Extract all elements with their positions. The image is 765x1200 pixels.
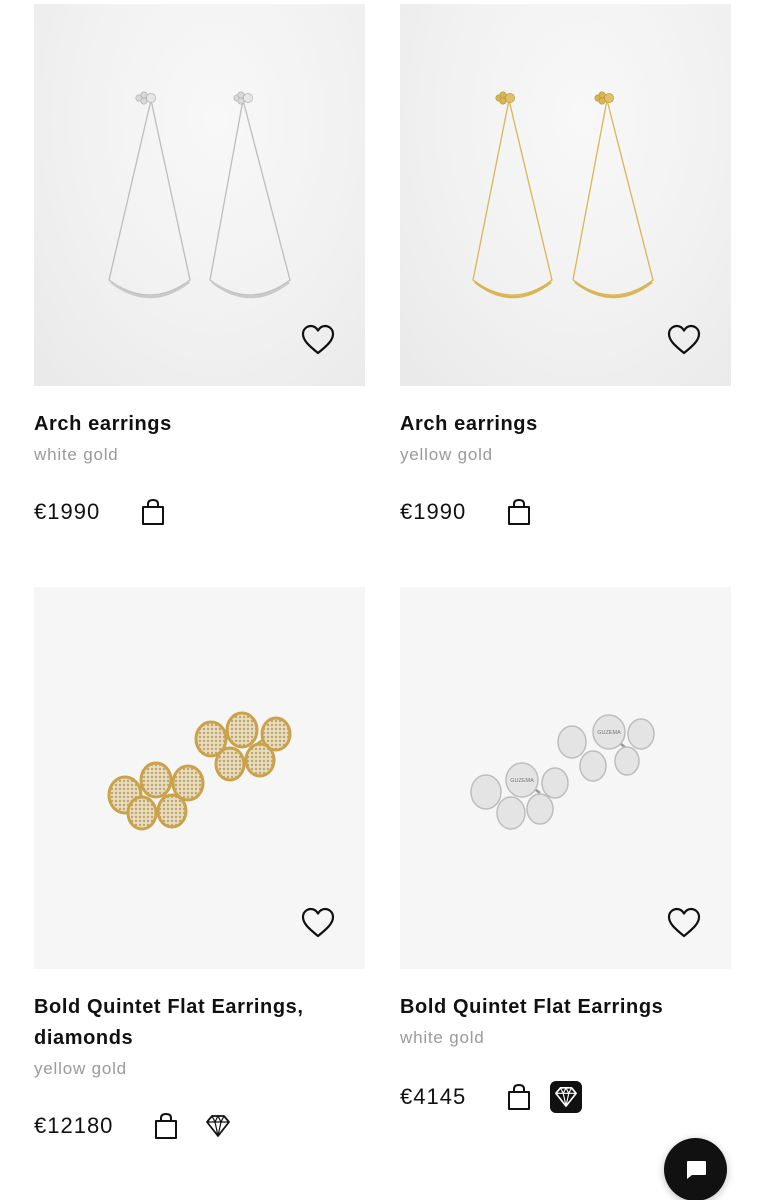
heart-icon[interactable] bbox=[667, 324, 701, 356]
chat-icon bbox=[686, 1160, 706, 1179]
product-price: €12180 bbox=[34, 1113, 114, 1138]
diamond-icon bbox=[206, 1114, 231, 1137]
engraving-text: GUZEMA bbox=[597, 730, 621, 736]
product-title[interactable]: Bold Quintet Flat Earrings bbox=[400, 992, 731, 1023]
heart-icon[interactable] bbox=[301, 907, 335, 939]
product-card[interactable]: Arch earrings white gold €1990 bbox=[34, 4, 365, 526]
product-price: €4145 bbox=[400, 1084, 467, 1109]
product-card[interactable]: Bold Quintet Flat Earrings, diamonds yel… bbox=[34, 587, 365, 1140]
shopping-bag-icon[interactable] bbox=[153, 1112, 179, 1140]
product-variant: yellow gold bbox=[400, 445, 493, 464]
product-title[interactable]: Arch earrings bbox=[34, 409, 365, 440]
product-image[interactable] bbox=[400, 4, 731, 386]
product-variant: white gold bbox=[400, 1028, 485, 1047]
product-price: €1990 bbox=[34, 499, 101, 524]
product-title[interactable]: Arch earrings bbox=[400, 409, 731, 440]
heart-icon[interactable] bbox=[301, 324, 335, 356]
product-image[interactable]: GUZEMA GUZEMA bbox=[400, 587, 731, 969]
product-variant: yellow gold bbox=[34, 1059, 127, 1078]
product-card[interactable]: Arch earrings yellow gold €1990 bbox=[400, 4, 731, 526]
shopping-bag-icon[interactable] bbox=[506, 498, 532, 526]
product-card[interactable]: GUZEMA GUZEMA Bold Quintet Flat Earrings… bbox=[400, 587, 731, 1113]
diamond-badge-icon bbox=[550, 1081, 583, 1113]
product-title[interactable]: Bold Quintet Flat Earrings, diamonds bbox=[34, 992, 365, 1054]
product-title-line: diamonds bbox=[34, 1027, 134, 1049]
product-variant: white gold bbox=[34, 445, 119, 464]
shopping-bag-icon[interactable] bbox=[506, 1083, 532, 1111]
product-image[interactable] bbox=[34, 587, 365, 969]
product-grid: Arch earrings white gold €1990 Arch earr… bbox=[0, 0, 765, 1200]
product-title-line: Bold Quintet Flat Earrings, bbox=[34, 996, 304, 1018]
heart-icon[interactable] bbox=[667, 907, 701, 939]
engraving-text: GUZEMA bbox=[510, 778, 534, 784]
product-image[interactable] bbox=[34, 4, 365, 386]
shopping-bag-icon[interactable] bbox=[140, 498, 166, 526]
chat-button[interactable] bbox=[664, 1138, 727, 1200]
product-price: €1990 bbox=[400, 499, 467, 524]
